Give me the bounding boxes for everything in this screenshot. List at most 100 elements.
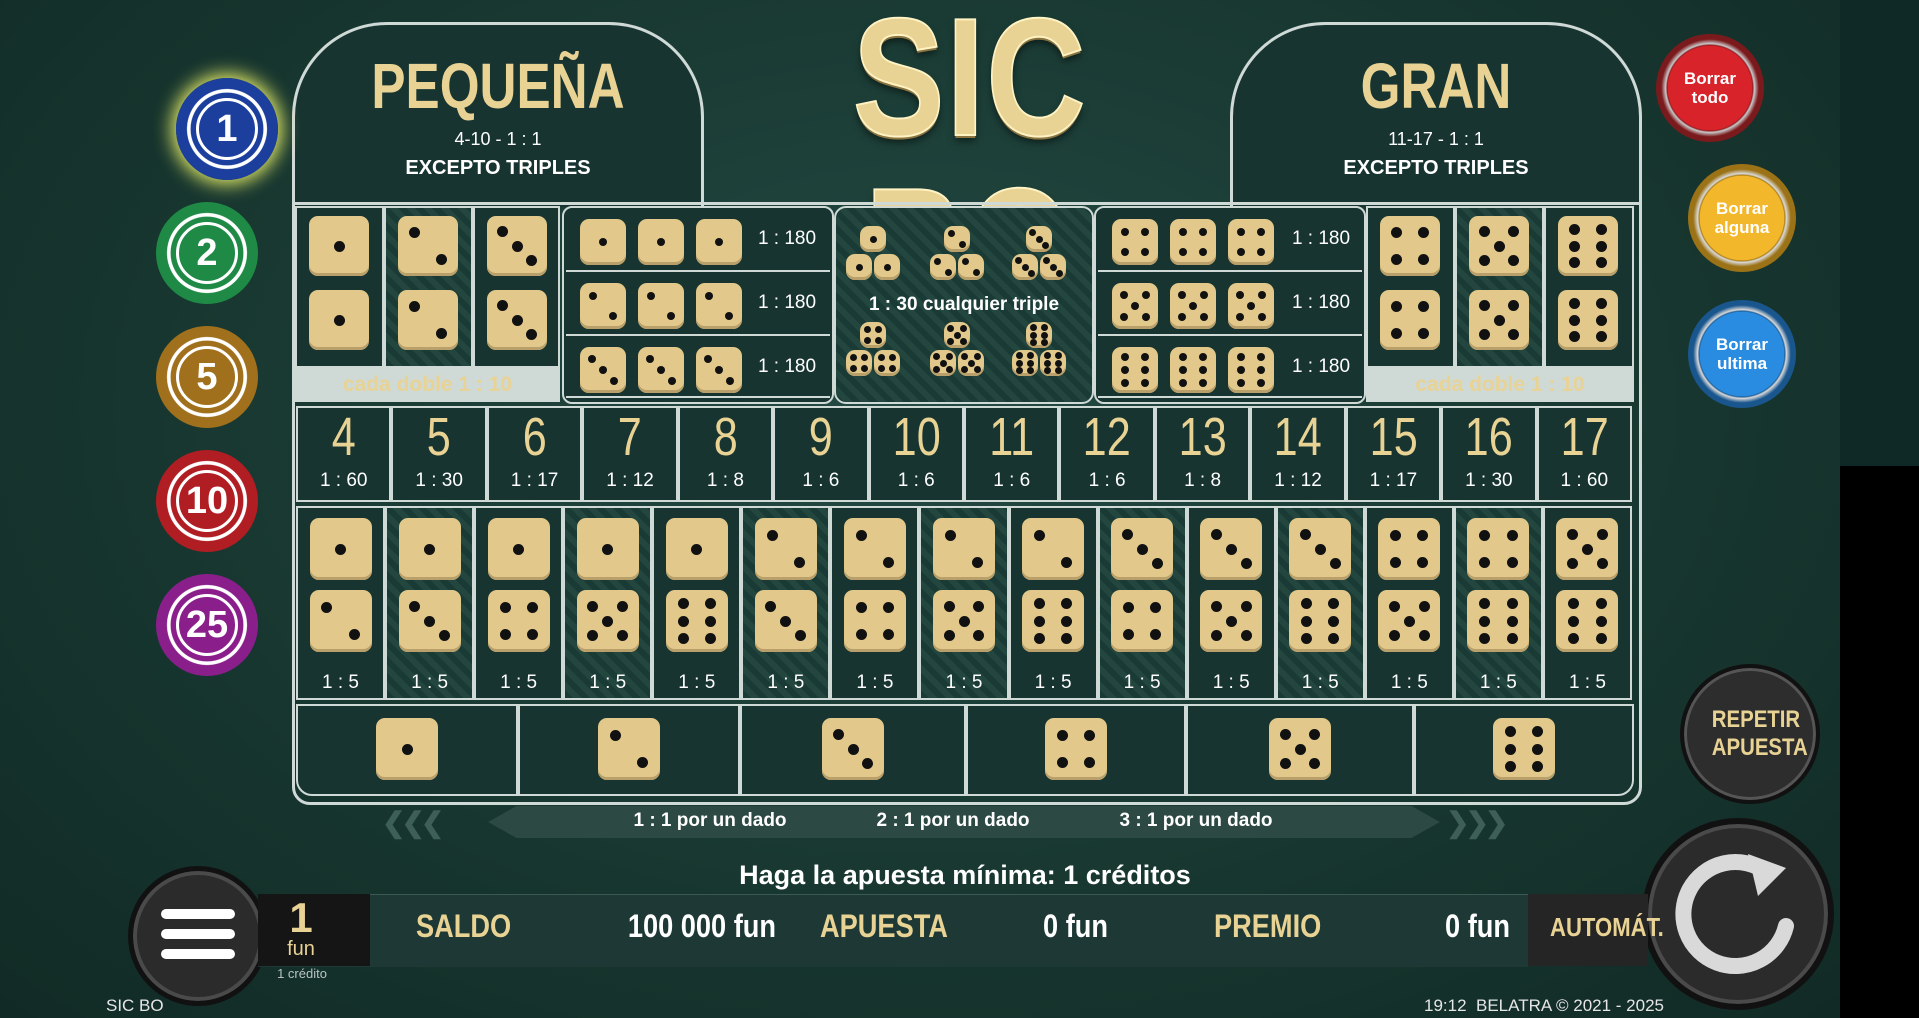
triple-5-odds: 1 : 180	[1291, 292, 1351, 313]
die-pip	[1210, 600, 1222, 612]
die-4	[1380, 290, 1440, 350]
die-pip	[424, 615, 436, 627]
die-pip	[1199, 366, 1208, 374]
chip-10[interactable]: 10	[156, 450, 258, 552]
die-pip	[525, 254, 537, 266]
die-6	[1040, 350, 1066, 376]
die-pip	[855, 601, 867, 613]
die-3	[822, 718, 884, 780]
die-2	[933, 518, 995, 580]
die-6	[1558, 216, 1618, 276]
die-2	[398, 290, 458, 350]
die-1	[376, 718, 438, 780]
die-pip	[961, 257, 969, 265]
die-3	[1289, 518, 1352, 580]
die-pip	[1257, 366, 1266, 374]
die-pip	[945, 353, 953, 361]
die-pip	[1479, 632, 1491, 644]
die-pip	[1199, 248, 1208, 257]
die-pip	[637, 757, 649, 769]
die-pip	[704, 598, 716, 610]
die-pip	[795, 630, 807, 642]
die-pip	[947, 229, 955, 237]
die-pip	[973, 269, 981, 277]
clear-some-button[interactable]: Borrar alguna	[1688, 164, 1796, 272]
die-pip	[1329, 558, 1341, 570]
die-pip	[1061, 598, 1073, 610]
die-pip	[1391, 253, 1403, 265]
die-pip	[511, 240, 523, 252]
total-17-number: 17	[1560, 407, 1609, 467]
die-pip	[726, 377, 735, 386]
die-pip	[1120, 248, 1129, 257]
die-pip	[335, 543, 347, 555]
die-3	[754, 590, 817, 652]
bet-unit-box[interactable]: 1 fun	[258, 894, 370, 966]
die-pip	[409, 301, 421, 313]
die-pip	[855, 263, 863, 271]
chip-2[interactable]: 2	[156, 202, 258, 304]
clear-last-button[interactable]: Borrar ultima	[1688, 300, 1796, 408]
die-pip	[1506, 529, 1518, 541]
die-3	[398, 590, 461, 652]
die-pip	[435, 253, 447, 265]
combo-4-5-odds: 1 : 5	[1390, 672, 1428, 693]
die-3	[1111, 518, 1174, 580]
die-5	[930, 350, 956, 376]
die-pip	[1240, 558, 1252, 570]
die-pip	[943, 630, 955, 642]
total-11-odds: 1 : 6	[993, 470, 1031, 491]
die-3	[487, 290, 547, 350]
auto-button[interactable]: AUTOMÁT.	[1528, 894, 1664, 966]
die-pip	[1200, 313, 1209, 322]
die-pip	[1120, 227, 1129, 236]
chip-1[interactable]: 1	[176, 78, 278, 180]
chip-25[interactable]: 25	[156, 574, 258, 676]
die-pip	[703, 354, 712, 363]
triple-4-odds: 1 : 180	[1291, 228, 1351, 249]
small-bet-area[interactable]: PEQUEÑA 4-10 - 1 : 1 EXCEPTO TRIPLES	[292, 22, 704, 207]
die-pip	[765, 600, 777, 612]
die-2	[580, 283, 626, 329]
die-pip	[1258, 313, 1267, 322]
die-pip	[1493, 240, 1505, 252]
die-pip	[875, 337, 883, 345]
die-1	[860, 226, 886, 252]
bet-label: APUESTA	[820, 908, 948, 944]
die-pip	[1567, 528, 1579, 540]
die-5	[1469, 216, 1529, 276]
die-pip	[1417, 557, 1429, 569]
die-pip	[961, 353, 969, 361]
spin-button[interactable]	[1642, 818, 1834, 1010]
die-pip	[1178, 366, 1187, 374]
bet-value: 0 fun	[1043, 908, 1108, 944]
die-pip	[1479, 529, 1491, 541]
die-pip	[1314, 543, 1326, 555]
die-pip	[933, 353, 941, 361]
triple-6-odds: 1 : 180	[1291, 356, 1351, 377]
die-pip	[1504, 760, 1516, 772]
bet-unit-value: 1	[289, 894, 313, 941]
clear-all-button[interactable]: Borrar todo	[1656, 34, 1764, 142]
die-pip	[1568, 632, 1580, 644]
die-pip	[1131, 302, 1139, 310]
die-pip	[1506, 598, 1518, 610]
die-pip	[1504, 743, 1516, 755]
die-pip	[973, 600, 985, 612]
chip-5[interactable]: 5	[156, 326, 258, 428]
die-pip	[511, 314, 523, 326]
die-pip	[1301, 632, 1313, 644]
die-6	[1112, 347, 1158, 393]
menu-button[interactable]	[128, 866, 268, 1006]
die-pip	[961, 365, 969, 373]
die-2	[598, 718, 660, 780]
big-bet-area[interactable]: GRAN 11-17 - 1 : 1 EXCEPTO TRIPLES	[1230, 22, 1642, 207]
die-pip	[947, 337, 955, 345]
chip-1-value: 1	[196, 98, 258, 160]
die-pip	[1390, 557, 1402, 569]
die-pip	[424, 543, 436, 555]
total-16-odds: 1 : 30	[1465, 470, 1513, 491]
total-12-number: 12	[1083, 407, 1132, 467]
die-pip	[855, 529, 867, 541]
repeat-bet-button[interactable]: REPETIR APUESTA	[1680, 664, 1820, 804]
